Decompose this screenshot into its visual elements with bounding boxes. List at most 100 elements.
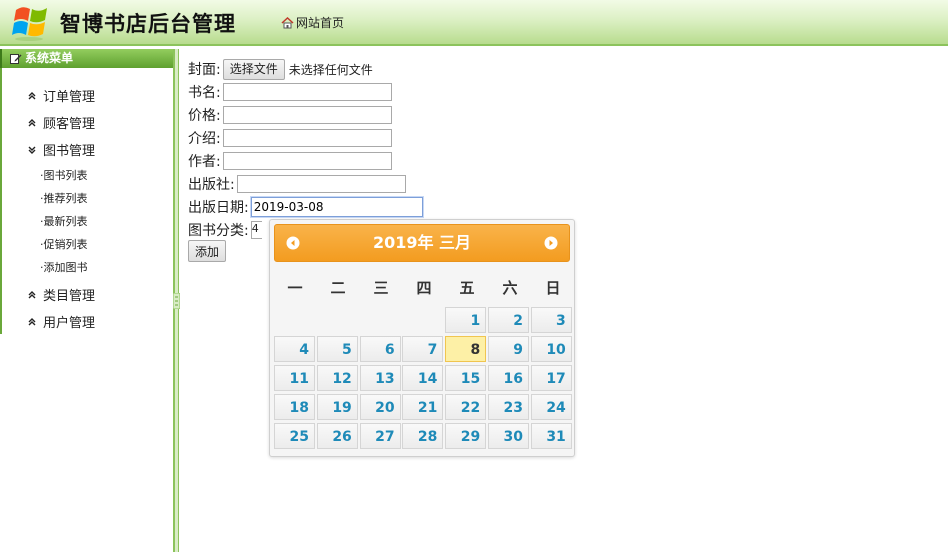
edit-icon [10,54,22,64]
pubdate-input[interactable] [250,197,423,217]
home-icon [281,16,294,28]
cover-label: 封面: [188,62,221,78]
calendar-day[interactable]: 9 [488,336,529,362]
choose-file-button[interactable]: 选择文件 [222,58,285,80]
calendar-day[interactable]: 3 [530,307,572,333]
category-label: 图书分类: [188,223,249,239]
calendar-day[interactable]: 17 [530,365,572,391]
calendar-day[interactable]: 14 [402,365,444,391]
calendar-day[interactable]: 24 [530,394,572,420]
category-row: 图书分类: 4 [188,219,262,241]
next-month-icon[interactable] [544,236,558,250]
author-row: 作者: [188,150,392,172]
publisher-row: 出版社: [188,173,406,195]
price-input[interactable] [222,106,392,124]
sidebar-item-label: 图书管理 [43,144,96,159]
windows-logo-icon [12,7,47,41]
sidebar-title: 系统菜单 [25,51,74,65]
pubdate-label: 出版日期: [188,200,249,216]
cover-row: 封面: 选择文件 未选择任何文件 [188,58,373,80]
file-status: 未选择任何文件 [288,62,373,77]
submenu-newest-list[interactable]: ·最新列表 [40,213,88,229]
datepicker-popup: 2019年 三月 一 二 三 四 五 六 日 1 2 3 4 5 6 7 8 9 10 11 12 13… [269,219,575,457]
weekday-label: 三 [373,279,389,297]
calendar-day[interactable]: 7 [402,336,444,362]
name-row: 书名: [188,81,392,103]
calendar-day[interactable]: 6 [359,336,401,362]
calendar-day[interactable]: 13 [359,365,401,391]
calendar-day[interactable]: 29 [445,423,487,449]
calendar-day[interactable]: 15 [445,365,487,391]
sidebar-item-books[interactable]: 图书管理 [27,140,95,159]
calendar-day[interactable]: 27 [359,423,401,449]
sidebar-header: 系统菜单 [0,49,173,68]
calendar-day[interactable]: 21 [402,394,444,420]
calendar-day[interactable]: 1 [445,307,487,333]
intro-input[interactable] [222,129,392,147]
chevron-up-double-icon [28,91,36,99]
calendar-day[interactable]: 23 [488,394,529,420]
calendar-day-selected[interactable]: 8 [445,336,487,362]
submenu-recommended-list[interactable]: ·推荐列表 [40,190,88,206]
calendar-day[interactable]: 26 [316,423,358,449]
author-input[interactable] [222,152,392,170]
name-label: 书名: [188,85,221,101]
sidebar-item-label: 类目管理 [43,289,96,304]
calendar-day[interactable]: 30 [488,423,529,449]
sidebar-item-orders[interactable]: 订单管理 [27,86,95,105]
calendar-day[interactable]: 5 [316,336,358,362]
name-input[interactable] [222,83,392,101]
add-button[interactable]: 添加 [188,240,227,262]
calendar-day[interactable]: 11 [274,365,315,391]
calendar-day[interactable]: 16 [488,365,529,391]
chevron-up-double-icon [28,118,36,126]
sidebar-item-customers[interactable]: 顾客管理 [27,113,95,132]
chevron-up-double-icon [28,317,36,325]
splitter-grip-icon[interactable] [173,293,180,309]
datepicker-header: 2019年 三月 [274,224,570,262]
calendar-day[interactable]: 20 [359,394,401,420]
author-label: 作者: [188,154,221,170]
calendar-day[interactable]: 31 [530,423,572,449]
category-select[interactable]: 4 [250,221,262,239]
calendar-day[interactable]: 22 [445,394,487,420]
sidebar-item-label: 订单管理 [43,90,96,105]
intro-label: 介绍: [188,131,221,147]
site-title: 智博书店后台管理 [60,12,236,36]
submenu-add-book[interactable]: ·添加图书 [40,259,88,275]
calendar-day[interactable]: 2 [488,307,529,333]
chevron-up-double-icon [28,290,36,298]
calendar-day[interactable]: 28 [402,423,444,449]
intro-row: 介绍: [188,127,392,149]
weekday-label: 一 [287,279,303,297]
sidebar-item-users[interactable]: 用户管理 [27,312,95,331]
weekday-label: 日 [545,279,561,297]
sidebar-accent-line [0,68,2,334]
price-row: 价格: [188,104,392,126]
submenu-promotion-list[interactable]: ·促销列表 [40,236,88,252]
chevron-down-double-icon [28,146,36,154]
home-link-label: 网站首页 [296,16,345,30]
publisher-label: 出版社: [188,177,235,193]
weekday-label: 六 [502,279,518,297]
calendar-day[interactable]: 10 [530,336,572,362]
calendar-day[interactable]: 18 [274,394,315,420]
publisher-input[interactable] [236,175,406,193]
sidebar-item-label: 用户管理 [43,316,96,331]
weekday-label: 二 [330,279,346,297]
calendar-day[interactable]: 12 [316,365,358,391]
sidebar: 系统菜单 订单管理 顾客管理 图书管理 ·图书列表 ·推荐列表 ·最新列表 ·促… [0,49,174,552]
weekday-label: 四 [416,279,432,297]
weekday-label: 五 [459,279,475,297]
datepicker-title: 2019年 三月 [372,233,472,252]
pubdate-row: 出版日期: [188,196,423,218]
calendar-day[interactable]: 4 [274,336,315,362]
calendar-day[interactable]: 19 [316,394,358,420]
home-link[interactable]: 网站首页 [281,14,344,31]
top-header: 智博书店后台管理 网站首页 [0,0,948,46]
submenu-book-list[interactable]: ·图书列表 [40,167,88,183]
sidebar-item-label: 顾客管理 [43,117,96,132]
calendar-day[interactable]: 25 [274,423,315,449]
price-label: 价格: [188,108,221,124]
sidebar-item-categories[interactable]: 类目管理 [27,285,95,304]
